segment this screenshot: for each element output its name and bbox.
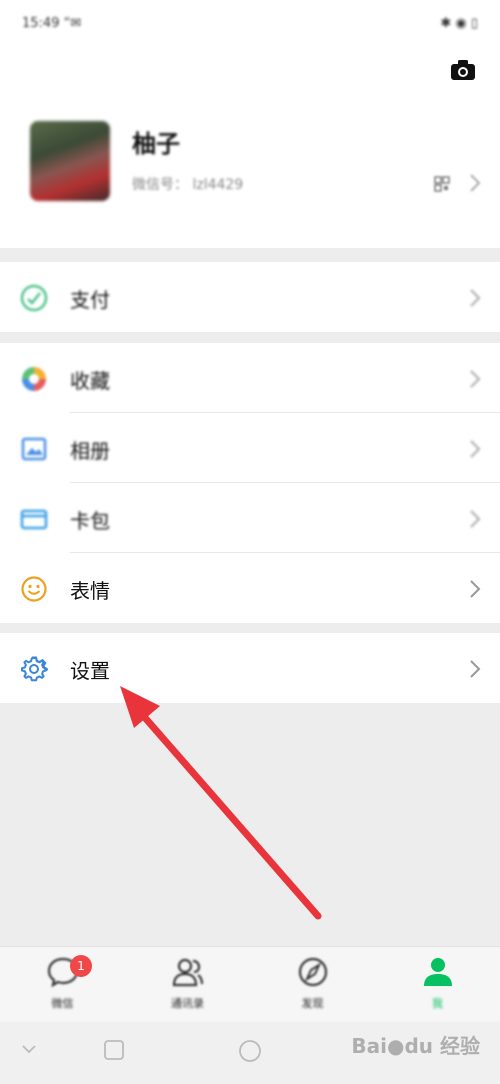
menu-item-cards[interactable]: 卡包	[0, 483, 500, 553]
nav-recents-icon[interactable]	[102, 1038, 126, 1062]
profile-wechat-id: 微信号： lzl4429	[132, 177, 244, 193]
profile-nickname: 柚子	[132, 130, 180, 158]
menu-item-settings[interactable]: 设置	[0, 633, 500, 703]
nav-down-icon[interactable]	[20, 1040, 38, 1058]
card-wallet-icon	[20, 509, 48, 530]
contacts-icon	[172, 958, 204, 987]
tab-contacts[interactable]: 通讯录	[125, 947, 250, 1023]
chevron-right-icon	[470, 289, 481, 307]
status-bar: 15:49 “✉ ✱ ◉ ▯	[0, 0, 500, 50]
status-icons: ✱ ◉ ▯	[440, 16, 478, 31]
tab-discover[interactable]: 发现	[250, 947, 375, 1023]
smiley-icon	[21, 576, 47, 602]
profile-header[interactable]: 柚子 微信号： lzl4429	[0, 50, 500, 248]
menu-item-label: 设置	[70, 659, 110, 683]
baidu-watermark: Bai●du 经验	[351, 1034, 480, 1058]
avatar[interactable]	[30, 121, 110, 201]
unread-badge: 1	[70, 955, 92, 977]
chevron-right-icon	[470, 580, 481, 598]
tab-chats[interactable]: 1 微信	[0, 947, 125, 1023]
tab-label: 发现	[301, 997, 324, 1010]
menu-item-label: 相册	[70, 439, 110, 463]
menu-item-favorites[interactable]: 收藏	[0, 343, 500, 413]
menu-item-stickers[interactable]: 表情	[0, 553, 500, 623]
chevron-right-icon	[470, 660, 481, 678]
pay-icon	[20, 284, 48, 312]
menu-item-label: 卡包	[70, 509, 110, 533]
bottom-tab-bar: 1 微信 通讯录 发现 我	[0, 946, 500, 1022]
camera-icon[interactable]	[448, 55, 478, 85]
chevron-right-icon	[470, 370, 481, 388]
tab-label: 通讯录	[171, 997, 204, 1010]
chevron-right-icon	[470, 174, 481, 192]
menu-item-label: 收藏	[70, 369, 110, 393]
chevron-right-icon	[470, 440, 481, 458]
menu-item-label: 支付	[70, 288, 110, 312]
tab-label: 我	[432, 997, 443, 1010]
menu-item-pay[interactable]: 支付	[0, 262, 500, 332]
nav-home-icon[interactable]	[237, 1038, 263, 1064]
tab-label: 微信	[51, 997, 74, 1010]
gear-icon	[21, 656, 48, 682]
favorites-icon	[22, 367, 46, 391]
album-icon	[21, 437, 47, 461]
chevron-right-icon	[470, 510, 481, 528]
status-time: 15:49 “✉	[22, 16, 82, 31]
menu-item-album[interactable]: 相册	[0, 413, 500, 483]
tab-me[interactable]: 我	[375, 947, 500, 1023]
qr-code-icon[interactable]	[434, 176, 450, 192]
compass-icon	[298, 957, 328, 987]
menu-item-label: 表情	[70, 579, 110, 603]
person-icon	[424, 958, 452, 986]
